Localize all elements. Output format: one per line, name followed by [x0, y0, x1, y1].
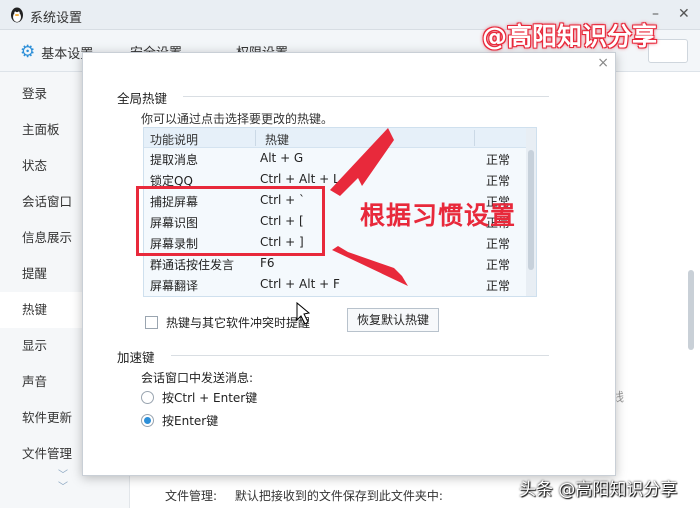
annotation-arrows: [296, 128, 408, 325]
cursor-icon: [296, 301, 311, 325]
annotation-text: 根据习惯设置: [360, 201, 517, 230]
watermark-top: @高阳知识分享: [482, 22, 658, 51]
arrow-down-icon: [332, 246, 408, 286]
watermark-bottom: 头条 @高阳知识分享: [519, 480, 678, 500]
arrow-up-icon: [330, 128, 394, 196]
